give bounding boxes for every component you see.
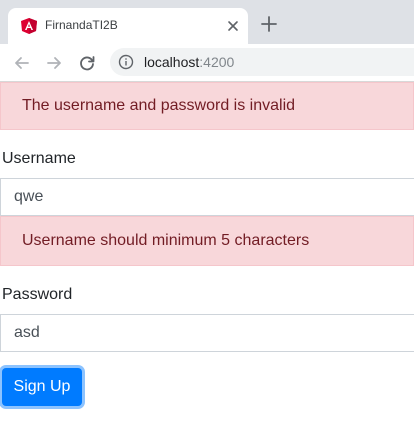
info-icon[interactable] — [118, 54, 134, 70]
invalid-credentials-alert: The username and password is invalid — [0, 82, 414, 130]
back-arrow-icon[interactable] — [12, 53, 32, 73]
reload-icon[interactable] — [77, 53, 97, 73]
username-error-text: Username should minimum 5 characters — [22, 232, 310, 249]
browser-tab[interactable]: FirnandaTI2B — [8, 8, 248, 44]
username-error-alert: Username should minimum 5 characters — [0, 216, 414, 266]
url-host: localhost — [144, 54, 200, 70]
password-value: asd — [14, 324, 40, 341]
username-value: qwe — [14, 188, 44, 205]
username-input[interactable]: qwe — [0, 178, 414, 216]
login-form: The username and password is invalid Use… — [0, 82, 414, 439]
angular-icon — [21, 18, 37, 34]
url-port: :4200 — [199, 54, 235, 70]
close-icon[interactable] — [225, 18, 241, 34]
sign-up-label: Sign Up — [13, 378, 71, 395]
password-label: Password — [2, 286, 73, 303]
forward-arrow-icon[interactable] — [44, 53, 64, 73]
tab-title: FirnandaTI2B — [45, 18, 118, 32]
alert-text: The username and password is invalid — [22, 97, 296, 114]
username-label: Username — [2, 150, 76, 167]
browser-toolbar: localhost:4200 — [0, 44, 414, 82]
sign-up-button[interactable]: Sign Up — [2, 368, 82, 406]
new-tab-icon[interactable] — [260, 15, 278, 33]
browser-tab-strip: FirnandaTI2B — [0, 0, 414, 44]
url-text[interactable]: localhost:4200 — [144, 54, 234, 70]
address-bar[interactable]: localhost:4200 — [110, 48, 414, 76]
password-input[interactable]: asd — [0, 314, 414, 352]
